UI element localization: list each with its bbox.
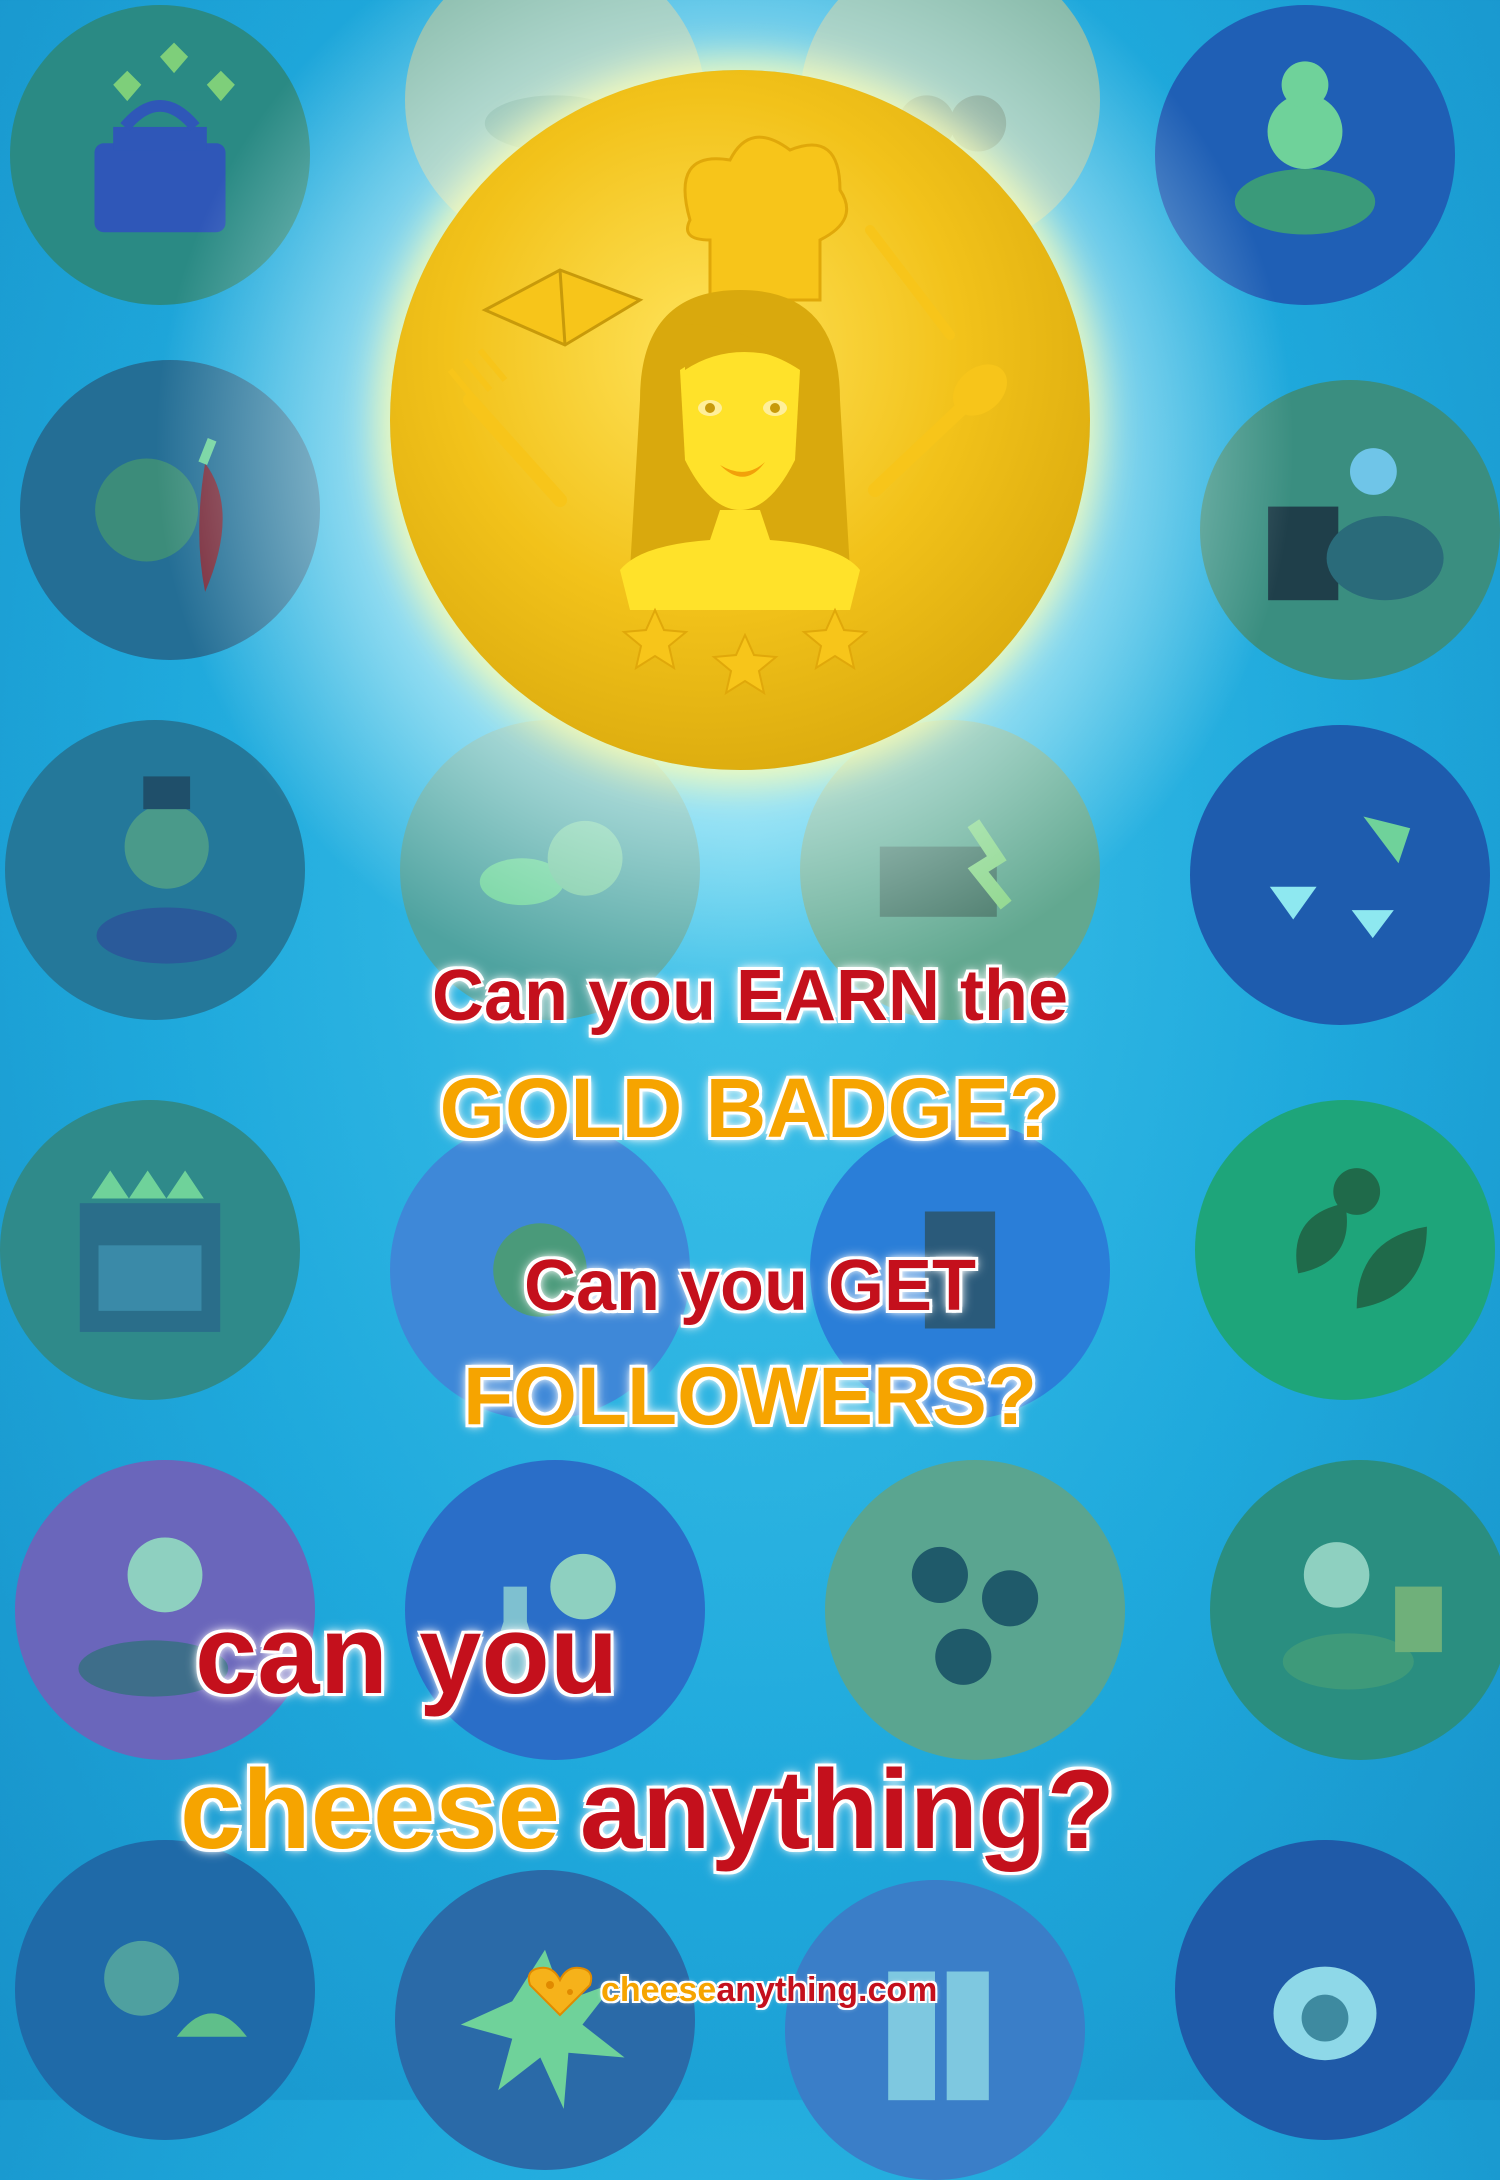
- cheeseanything-logo[interactable]: cheeseanything.com: [525, 1960, 937, 2020]
- logo-anything: anything: [716, 1970, 858, 2009]
- starburst-icon: [395, 1870, 695, 2170]
- headline-anything: anything?: [579, 1747, 1115, 1872]
- cheese-heart-logo-icon: [527, 1966, 593, 2017]
- logo-cheese: cheese: [601, 1970, 717, 2009]
- headline-earn: Can you EARN the: [431, 956, 1069, 1036]
- cook-cloche-icon: [15, 1840, 315, 2140]
- headline-get: Can you GET: [523, 1246, 977, 1326]
- headline-can-you: can you: [195, 1592, 619, 1717]
- headline-cheese-anything: cheese anything?: [180, 1745, 1115, 1874]
- sushi-rolls-icon: [825, 1460, 1125, 1760]
- cutting-board-icon: [785, 1880, 1085, 2180]
- logo-text: cheeseanything.com: [601, 1971, 937, 2010]
- egg-pan-icon: [1175, 1840, 1475, 2140]
- girl-cereal-icon: [1210, 1460, 1500, 1760]
- logo-domain: .com: [858, 1970, 938, 2009]
- headline-gold-badge: GOLD BADGE?: [439, 1061, 1061, 1155]
- headline-followers: FOLLOWERS?: [463, 1351, 1037, 1442]
- gold-badge-chef-icon: [390, 70, 1090, 770]
- headline-cheese: cheese: [180, 1747, 560, 1872]
